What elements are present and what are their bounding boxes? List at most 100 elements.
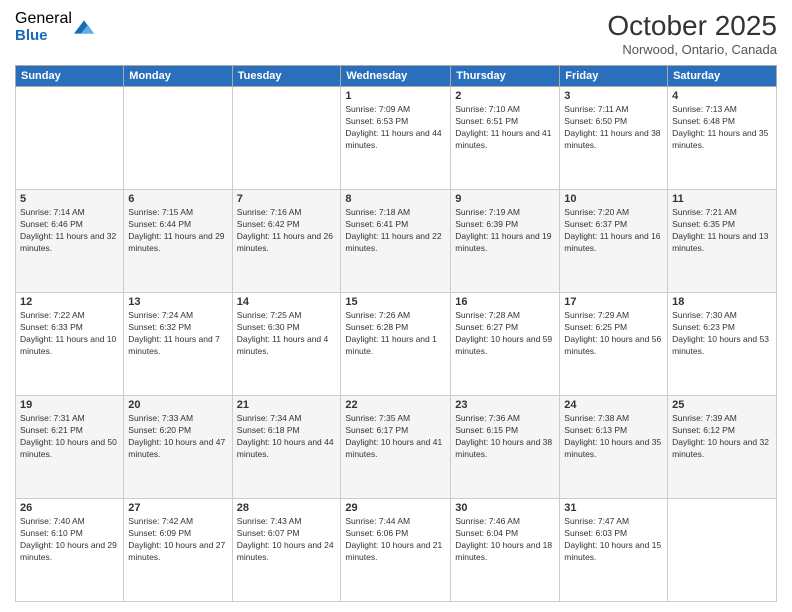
table-row: 19 Sunrise: 7:31 AMSunset: 6:21 PMDayligh… xyxy=(16,396,124,499)
table-row xyxy=(124,87,232,190)
calendar-week-row: 5 Sunrise: 7:14 AMSunset: 6:46 PMDaylight… xyxy=(16,190,777,293)
day-number: 24 xyxy=(564,399,663,411)
day-number: 25 xyxy=(672,399,772,411)
col-saturday: Saturday xyxy=(668,66,777,87)
logo-general: General xyxy=(15,10,72,28)
day-number: 7 xyxy=(237,193,337,205)
day-number: 22 xyxy=(345,399,446,411)
table-row: 29 Sunrise: 7:44 AMSunset: 6:06 PMDayligh… xyxy=(341,499,451,602)
col-sunday: Sunday xyxy=(16,66,124,87)
page: General Blue October 2025 Norwood, Ontar… xyxy=(0,0,792,612)
day-number: 30 xyxy=(455,502,555,514)
day-info: Sunrise: 7:26 AMSunset: 6:28 PMDaylight:… xyxy=(345,310,446,358)
day-info: Sunrise: 7:09 AMSunset: 6:53 PMDaylight:… xyxy=(345,104,446,152)
calendar-week-row: 19 Sunrise: 7:31 AMSunset: 6:21 PMDayligh… xyxy=(16,396,777,499)
calendar-header-row: Sunday Monday Tuesday Wednesday Thursday… xyxy=(16,66,777,87)
table-row: 24 Sunrise: 7:38 AMSunset: 6:13 PMDayligh… xyxy=(560,396,668,499)
day-info: Sunrise: 7:43 AMSunset: 6:07 PMDaylight:… xyxy=(237,516,337,564)
table-row: 12Sunrise: 7:22 AMSunset: 6:33 PMDayligh… xyxy=(16,293,124,396)
logo-text: General Blue xyxy=(15,10,72,44)
day-number: 9 xyxy=(455,193,555,205)
day-info: Sunrise: 7:42 AMSunset: 6:09 PMDaylight:… xyxy=(128,516,227,564)
day-number: 16 xyxy=(455,296,555,308)
day-info: Sunrise: 7:47 AMSunset: 6:03 PMDaylight:… xyxy=(564,516,663,564)
day-number: 11 xyxy=(672,193,772,205)
table-row: 7 Sunrise: 7:16 AMSunset: 6:42 PMDaylight… xyxy=(232,190,341,293)
day-number: 21 xyxy=(237,399,337,411)
table-row xyxy=(232,87,341,190)
table-row: 31 Sunrise: 7:47 AMSunset: 6:03 PMDayligh… xyxy=(560,499,668,602)
table-row: 14 Sunrise: 7:25 AMSunset: 6:30 PMDayligh… xyxy=(232,293,341,396)
day-number: 5 xyxy=(20,193,119,205)
table-row: 4Sunrise: 7:13 AMSunset: 6:48 PMDaylight… xyxy=(668,87,777,190)
table-row: 27 Sunrise: 7:42 AMSunset: 6:09 PMDayligh… xyxy=(124,499,232,602)
day-info: Sunrise: 7:21 AMSunset: 6:35 PMDaylight:… xyxy=(672,207,772,255)
day-info: Sunrise: 7:44 AMSunset: 6:06 PMDaylight:… xyxy=(345,516,446,564)
table-row: 26 Sunrise: 7:40 AMSunset: 6:10 PMDayligh… xyxy=(16,499,124,602)
table-row: 17Sunrise: 7:29 AMSunset: 6:25 PMDayligh… xyxy=(560,293,668,396)
day-number: 15 xyxy=(345,296,446,308)
calendar-week-row: 26 Sunrise: 7:40 AMSunset: 6:10 PMDayligh… xyxy=(16,499,777,602)
table-row: 25 Sunrise: 7:39 AMSunset: 6:12 PMDayligh… xyxy=(668,396,777,499)
day-info: Sunrise: 7:40 AMSunset: 6:10 PMDaylight:… xyxy=(20,516,119,564)
day-info: Sunrise: 7:39 AMSunset: 6:12 PMDaylight:… xyxy=(672,413,772,461)
day-info: Sunrise: 7:20 AMSunset: 6:37 PMDaylight:… xyxy=(564,207,663,255)
day-info: Sunrise: 7:38 AMSunset: 6:13 PMDaylight:… xyxy=(564,413,663,461)
calendar-week-row: 1 Sunrise: 7:09 AMSunset: 6:53 PMDaylight… xyxy=(16,87,777,190)
day-number: 29 xyxy=(345,502,446,514)
day-number: 28 xyxy=(237,502,337,514)
day-number: 3 xyxy=(564,90,663,102)
table-row xyxy=(668,499,777,602)
day-number: 14 xyxy=(237,296,337,308)
logo-blue: Blue xyxy=(15,28,72,45)
table-row: 9 Sunrise: 7:19 AMSunset: 6:39 PMDaylight… xyxy=(451,190,560,293)
day-number: 13 xyxy=(128,296,227,308)
table-row: 5 Sunrise: 7:14 AMSunset: 6:46 PMDaylight… xyxy=(16,190,124,293)
table-row: 2 Sunrise: 7:10 AMSunset: 6:51 PMDaylight… xyxy=(451,87,560,190)
day-number: 18 xyxy=(672,296,772,308)
day-info: Sunrise: 7:25 AMSunset: 6:30 PMDaylight:… xyxy=(237,310,337,358)
table-row: 23Sunrise: 7:36 AMSunset: 6:15 PMDayligh… xyxy=(451,396,560,499)
table-row: 13 Sunrise: 7:24 AMSunset: 6:32 PMDayligh… xyxy=(124,293,232,396)
day-number: 6 xyxy=(128,193,227,205)
calendar-table: Sunday Monday Tuesday Wednesday Thursday… xyxy=(15,65,777,602)
table-row: 10 Sunrise: 7:20 AMSunset: 6:37 PMDayligh… xyxy=(560,190,668,293)
table-row: 22 Sunrise: 7:35 AMSunset: 6:17 PMDayligh… xyxy=(341,396,451,499)
day-info: Sunrise: 7:33 AMSunset: 6:20 PMDaylight:… xyxy=(128,413,227,461)
day-info: Sunrise: 7:11 AMSunset: 6:50 PMDaylight:… xyxy=(564,104,663,152)
col-monday: Monday xyxy=(124,66,232,87)
day-number: 17 xyxy=(564,296,663,308)
day-info: Sunrise: 7:35 AMSunset: 6:17 PMDaylight:… xyxy=(345,413,446,461)
day-number: 1 xyxy=(345,90,446,102)
day-info: Sunrise: 7:22 AMSunset: 6:33 PMDaylight:… xyxy=(20,310,119,358)
calendar-body: 1 Sunrise: 7:09 AMSunset: 6:53 PMDaylight… xyxy=(16,87,777,602)
day-info: Sunrise: 7:14 AMSunset: 6:46 PMDaylight:… xyxy=(20,207,119,255)
day-number: 10 xyxy=(564,193,663,205)
day-number: 8 xyxy=(345,193,446,205)
col-thursday: Thursday xyxy=(451,66,560,87)
day-info: Sunrise: 7:16 AMSunset: 6:42 PMDaylight:… xyxy=(237,207,337,255)
day-number: 27 xyxy=(128,502,227,514)
logo-icon xyxy=(74,17,94,37)
day-number: 26 xyxy=(20,502,119,514)
table-row: 1 Sunrise: 7:09 AMSunset: 6:53 PMDaylight… xyxy=(341,87,451,190)
day-info: Sunrise: 7:24 AMSunset: 6:32 PMDaylight:… xyxy=(128,310,227,358)
day-info: Sunrise: 7:10 AMSunset: 6:51 PMDaylight:… xyxy=(455,104,555,152)
day-info: Sunrise: 7:15 AMSunset: 6:44 PMDaylight:… xyxy=(128,207,227,255)
day-info: Sunrise: 7:13 AMSunset: 6:48 PMDaylight:… xyxy=(672,104,772,152)
location: Norwood, Ontario, Canada xyxy=(607,42,777,57)
day-info: Sunrise: 7:31 AMSunset: 6:21 PMDaylight:… xyxy=(20,413,119,461)
day-info: Sunrise: 7:36 AMSunset: 6:15 PMDaylight:… xyxy=(455,413,555,461)
day-info: Sunrise: 7:19 AMSunset: 6:39 PMDaylight:… xyxy=(455,207,555,255)
day-number: 19 xyxy=(20,399,119,411)
day-info: Sunrise: 7:18 AMSunset: 6:41 PMDaylight:… xyxy=(345,207,446,255)
col-friday: Friday xyxy=(560,66,668,87)
month-title: October 2025 xyxy=(607,10,777,42)
day-number: 31 xyxy=(564,502,663,514)
day-info: Sunrise: 7:30 AMSunset: 6:23 PMDaylight:… xyxy=(672,310,772,358)
col-wednesday: Wednesday xyxy=(341,66,451,87)
day-number: 20 xyxy=(128,399,227,411)
day-info: Sunrise: 7:46 AMSunset: 6:04 PMDaylight:… xyxy=(455,516,555,564)
table-row: 3 Sunrise: 7:11 AMSunset: 6:50 PMDaylight… xyxy=(560,87,668,190)
day-number: 2 xyxy=(455,90,555,102)
